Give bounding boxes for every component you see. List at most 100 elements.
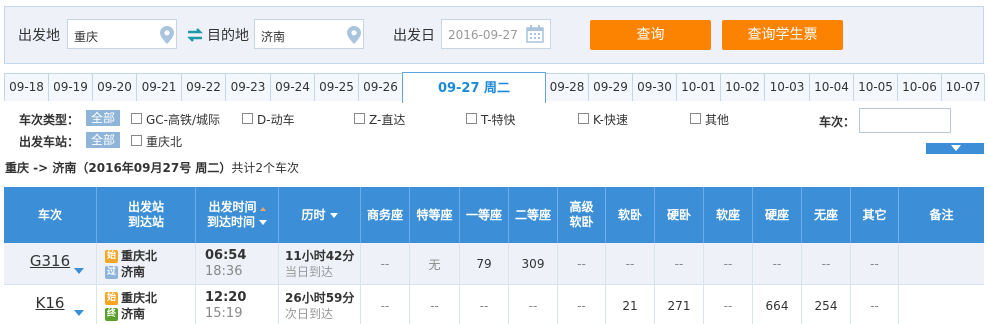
business-seat-cell: -- <box>361 285 410 324</box>
special-seat-cell: -- <box>410 285 460 324</box>
train-type-option-label: GC-高铁/城际 <box>146 113 221 127</box>
hard-seat-cell: -- <box>753 243 802 285</box>
train-number-input[interactable] <box>859 108 951 133</box>
sort-down-icon <box>329 212 338 218</box>
arrival-day: 当日到达 <box>285 265 334 279</box>
header-soft-seat: 软座 <box>704 187 753 243</box>
train-type-option-label: 其他 <box>705 113 730 127</box>
hard-sleeper-cell: -- <box>655 243 704 285</box>
tab-date[interactable]: 10-03 <box>765 74 810 101</box>
tab-date[interactable]: 09-21 <box>137 74 182 101</box>
header-times[interactable]: 出发时间 到达时间 <box>196 187 279 243</box>
special-seat-cell: 无 <box>410 243 460 285</box>
depart-time: 06:54 <box>205 248 247 263</box>
tab-date[interactable]: 09-28 <box>546 74 589 101</box>
soft-sleeper-cell: 21 <box>606 285 655 324</box>
to-station-value: 济南 <box>261 30 286 44</box>
depart-time: 12:20 <box>205 290 247 305</box>
second-class-cell: -- <box>509 285 558 324</box>
swap-stations-icon[interactable] <box>185 27 205 43</box>
tab-date[interactable]: 09-25 <box>315 74 359 101</box>
train-type-all-button[interactable]: 全部 <box>86 110 120 126</box>
arrive-time: 15:19 <box>205 306 243 321</box>
tab-date[interactable]: 09-24 <box>271 74 315 101</box>
tab-date[interactable]: 10-07 <box>942 74 985 101</box>
expand-filters-toggle[interactable] <box>926 143 984 154</box>
date-input[interactable]: 2016-09-27 <box>441 19 551 49</box>
other-seat-cell: -- <box>851 243 899 285</box>
end-station-badge: 终 <box>105 307 118 321</box>
checkbox[interactable] <box>242 113 253 124</box>
location-pin-icon <box>160 26 174 44</box>
train-number-cell: G316 <box>4 243 97 285</box>
start-station-badge: 始 <box>105 291 118 305</box>
note-cell <box>899 285 984 324</box>
tab-date[interactable]: 10-04 <box>810 74 854 101</box>
train-type-option-label: T-特快 <box>481 113 516 127</box>
business-seat-cell: -- <box>361 243 410 285</box>
tab-date[interactable]: 10-01 <box>677 74 721 101</box>
tab-date-active[interactable]: 09-27 周二 <box>402 72 546 103</box>
times-cell: 06:54 18:36 <box>196 243 279 285</box>
checkbox[interactable] <box>131 135 142 146</box>
other-seat-cell: -- <box>851 285 899 324</box>
header-business: 商务座 <box>361 187 410 243</box>
from-station: 重庆北 <box>121 249 158 263</box>
header-first: 一等座 <box>460 187 509 243</box>
chevron-down-icon[interactable] <box>74 268 84 274</box>
header-hard-sleeper: 硬卧 <box>655 187 704 243</box>
date-label: 出发日 <box>393 28 435 44</box>
premium-soft-sleeper-cell: -- <box>558 243 606 285</box>
checkbox[interactable] <box>466 113 477 124</box>
tab-date[interactable]: 09-20 <box>93 74 137 101</box>
from-station: 重庆北 <box>121 291 158 305</box>
calendar-icon[interactable] <box>526 25 544 43</box>
header-note: 备注 <box>929 207 954 222</box>
tab-date[interactable]: 10-06 <box>898 74 942 101</box>
chevron-down-icon[interactable] <box>74 310 84 316</box>
tab-date[interactable]: 09-30 <box>633 74 677 101</box>
soft-seat-cell: -- <box>704 285 753 324</box>
header-no-seat: 无座 <box>802 187 851 243</box>
checkbox[interactable] <box>131 113 142 124</box>
checkbox[interactable] <box>690 113 701 124</box>
checkbox[interactable] <box>578 113 589 124</box>
station-all-button[interactable]: 全部 <box>86 132 120 148</box>
duration-cell: 11小时42分 当日到达 <box>279 243 361 285</box>
first-class-cell: -- <box>460 285 509 324</box>
no-seat-cell: 254 <box>802 285 851 324</box>
to-station-input[interactable]: 济南 <box>254 19 364 49</box>
second-class-cell: 309 <box>509 243 558 285</box>
first-class-cell: 79 <box>460 243 509 285</box>
tab-date[interactable]: 09-23 <box>226 74 271 101</box>
from-station-value: 重庆 <box>74 30 99 44</box>
sort-down-icon <box>259 220 267 225</box>
sort-up-icon <box>259 207 266 211</box>
header-special: 特等座 <box>410 187 460 243</box>
date-tabs: 09-18 09-19 09-20 09-21 09-22 09-23 09-2… <box>4 72 985 103</box>
query-button[interactable]: 查询 <box>590 20 711 50</box>
train-number-link[interactable]: K16 <box>36 294 65 312</box>
tab-date[interactable]: 09-29 <box>589 74 633 101</box>
duration-cell: 26小时59分 次日到达 <box>279 285 361 324</box>
tab-date[interactable]: 10-02 <box>721 74 765 101</box>
to-station: 济南 <box>121 265 146 279</box>
pass-station-badge: 过 <box>105 265 118 279</box>
query-student-button[interactable]: 查询学生票 <box>722 20 843 50</box>
stations-cell: 始重庆北 终济南 <box>97 285 196 324</box>
tab-date[interactable]: 09-26 <box>359 74 403 101</box>
from-station-input[interactable]: 重庆 <box>67 19 177 49</box>
train-number-link[interactable]: G316 <box>30 252 70 270</box>
summary-count: 共计2个车次 <box>231 161 300 175</box>
header-stations[interactable]: 出发站 到达站 <box>97 187 196 243</box>
checkbox[interactable] <box>354 113 365 124</box>
header-duration[interactable]: 历时 <box>279 187 361 243</box>
table-row: G316 始重庆北 过济南 06:54 18:36 11小时42分 当日到达 -… <box>4 243 984 285</box>
tab-date[interactable]: 10-05 <box>854 74 898 101</box>
to-station: 济南 <box>121 307 146 321</box>
tab-date[interactable]: 09-18 <box>5 74 49 101</box>
header-soft-sleeper: 软卧 <box>606 187 655 243</box>
tab-date[interactable]: 09-22 <box>182 74 226 101</box>
tab-date[interactable]: 09-19 <box>49 74 93 101</box>
header-train: 车次 <box>4 187 97 243</box>
